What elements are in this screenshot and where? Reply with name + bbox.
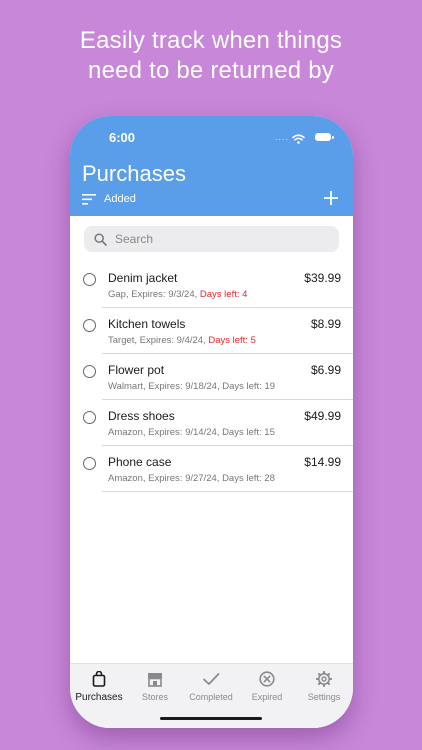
item-price: $8.99 <box>310 317 341 331</box>
complete-checkbox[interactable] <box>83 319 96 332</box>
list-item[interactable]: Denim jacket $39.99 Gap, Expires: 9/3/24… <box>70 262 353 308</box>
list-item[interactable]: Kitchen towels $8.99 Target, Expires: 9/… <box>70 308 353 354</box>
add-purchase-button[interactable] <box>323 190 339 206</box>
gear-icon <box>296 670 352 688</box>
sort-icon <box>82 193 96 205</box>
plus-icon <box>324 191 338 205</box>
complete-checkbox[interactable] <box>83 457 96 470</box>
search-input[interactable] <box>113 231 317 247</box>
page-title: Purchases <box>82 161 186 186</box>
promo-headline: Easily track when things need to be retu… <box>0 26 422 86</box>
status-bar: 6:00 .... <box>70 130 353 148</box>
item-details: Walmart, Expires: 9/18/24, Days left: 19 <box>108 381 275 392</box>
wifi-icon <box>292 131 305 149</box>
tab-settings[interactable]: Settings <box>296 670 352 702</box>
headline-line-1: Easily track when things <box>79 27 343 54</box>
item-name: Flower pot <box>108 363 165 377</box>
item-store-expiry: Target, Expires: 9/4/24, <box>108 335 206 346</box>
tab-label: Purchases <box>75 692 123 703</box>
item-name: Denim jacket <box>108 271 178 285</box>
item-days-left: Days left: 4 <box>199 289 248 300</box>
status-time: 6:00 <box>109 130 136 145</box>
item-details: Gap, Expires: 9/3/24, Days left: 4 <box>108 289 247 300</box>
tab-label: Stores <box>141 692 168 702</box>
item-store-expiry: Walmart, Expires: 9/18/24, <box>108 381 220 392</box>
checkmark-icon <box>183 670 239 688</box>
item-days-left: Days left: 5 <box>208 335 256 346</box>
complete-checkbox[interactable] <box>83 411 96 424</box>
item-name: Phone case <box>108 455 172 469</box>
item-details: Amazon, Expires: 9/27/24, Days left: 28 <box>108 473 275 484</box>
search-bar[interactable] <box>84 226 339 252</box>
item-name: Dress shoes <box>108 409 175 423</box>
phone-frame: 6:00 .... Purchases Added Search Denim j… <box>70 116 353 728</box>
complete-checkbox[interactable] <box>83 273 96 286</box>
tab-expired[interactable]: Expired <box>239 670 295 702</box>
tab-label: Expired <box>251 692 283 702</box>
sort-button[interactable]: Added <box>82 193 136 205</box>
tab-stores[interactable]: Stores <box>127 670 183 702</box>
item-price: $49.99 <box>304 409 341 423</box>
store-icon <box>127 670 183 688</box>
tab-label: Completed <box>189 692 233 702</box>
bag-icon <box>71 670 127 688</box>
app-bar: 6:00 .... Purchases Added <box>70 116 353 216</box>
item-store-expiry: Amazon, Expires: 9/27/24, <box>108 473 220 484</box>
item-price: $6.99 <box>310 363 341 377</box>
item-details: Amazon, Expires: 9/14/24, Days left: 15 <box>108 427 275 438</box>
item-days-left: Days left: 19 <box>222 381 276 392</box>
tab-bar: Purchases Stores Completed Expired Setti… <box>70 663 353 728</box>
x-circle-icon <box>239 670 295 688</box>
tab-label: Settings <box>307 692 341 702</box>
item-name: Kitchen towels <box>108 317 186 331</box>
item-days-left: Days left: 15 <box>222 427 275 438</box>
search-icon <box>94 232 107 246</box>
complete-checkbox[interactable] <box>83 365 96 378</box>
list-item[interactable]: Phone case $14.99 Amazon, Expires: 9/27/… <box>70 446 353 492</box>
headline-line-2: need to be returned by <box>88 57 334 84</box>
purchase-list: Denim jacket $39.99 Gap, Expires: 9/3/24… <box>70 262 353 492</box>
item-price: $14.99 <box>304 455 341 469</box>
item-details: Target, Expires: 9/4/24, Days left: 5 <box>108 335 256 346</box>
sort-label: Added <box>104 193 136 205</box>
item-store-expiry: Amazon, Expires: 9/14/24, <box>108 427 220 438</box>
item-price: $39.99 <box>304 271 341 285</box>
divider <box>102 491 353 492</box>
list-item[interactable]: Flower pot $6.99 Walmart, Expires: 9/18/… <box>70 354 353 400</box>
tab-completed[interactable]: Completed <box>183 670 239 702</box>
item-store-expiry: Gap, Expires: 9/3/24, <box>108 289 198 300</box>
tab-purchases[interactable]: Purchases <box>71 670 127 703</box>
list-item[interactable]: Dress shoes $49.99 Amazon, Expires: 9/14… <box>70 400 353 446</box>
battery-icon <box>315 133 334 141</box>
home-indicator[interactable] <box>160 717 262 720</box>
signal-icon: .... <box>274 132 289 142</box>
item-days-left: Days left: 28 <box>222 473 275 484</box>
